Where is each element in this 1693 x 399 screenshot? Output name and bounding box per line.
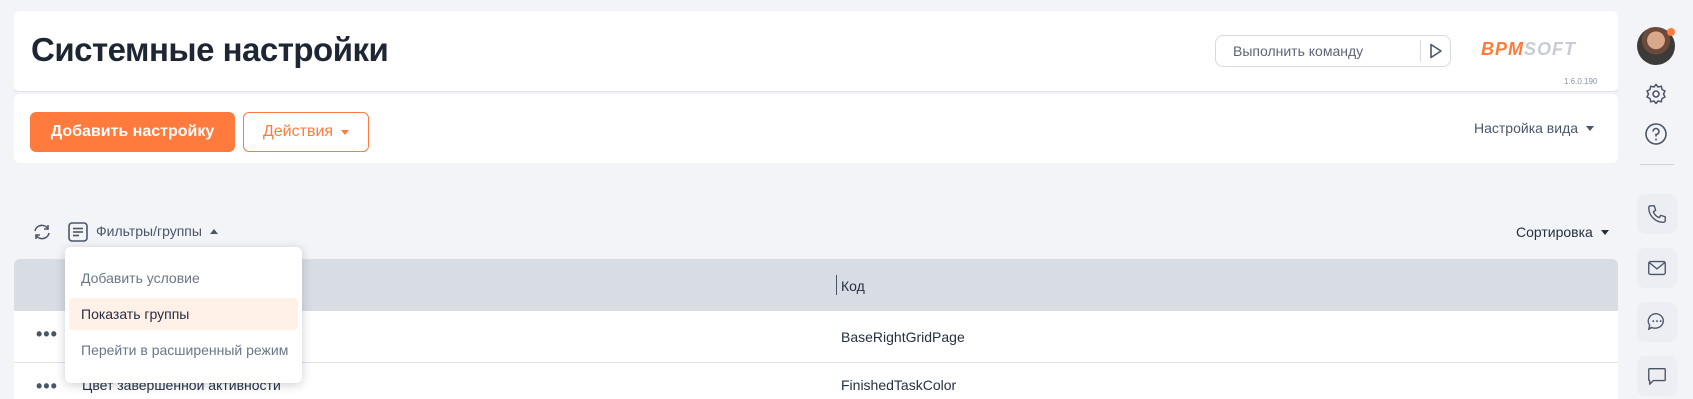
message-icon xyxy=(1648,367,1666,385)
actions-label: Действия xyxy=(262,123,334,140)
filter-bar: Фильтры/группы Сортировка xyxy=(14,218,1618,246)
play-icon xyxy=(1430,43,1442,59)
command-input[interactable] xyxy=(1217,37,1407,65)
add-setting-button[interactable]: Добавить настройку xyxy=(30,112,235,152)
action-toolbar: Добавить настройку Действия Настройка ви… xyxy=(14,94,1618,163)
row-menu-icon[interactable]: ••• xyxy=(36,324,58,345)
command-box xyxy=(1215,35,1451,67)
view-settings-label: Настройка вида xyxy=(1474,120,1579,136)
chat-button[interactable] xyxy=(1637,302,1677,342)
add-setting-label: Добавить настройку xyxy=(50,123,215,140)
row-code: BaseRightGridPage xyxy=(841,329,965,345)
row-code: FinishedTaskColor xyxy=(841,377,957,393)
mail-button[interactable] xyxy=(1637,248,1677,288)
logo-primary: BPM xyxy=(1481,39,1524,59)
menu-item-show-groups[interactable]: Показать группы xyxy=(69,298,298,330)
filters-dropdown-menu: Добавить условие Показать группы Перейти… xyxy=(65,247,302,383)
chevron-down-icon xyxy=(1586,125,1595,131)
view-settings-button[interactable]: Настройка вида xyxy=(1474,120,1595,136)
command-divider xyxy=(1420,40,1421,62)
menu-item-label: Добавить условие xyxy=(81,270,200,286)
menu-item-advanced-mode[interactable]: Перейти в расширенный режим xyxy=(69,334,298,366)
page-title: Системные настройки xyxy=(31,31,389,68)
logo-secondary: SOFT xyxy=(1524,39,1576,59)
filters-groups-label: Фильтры/группы xyxy=(96,223,202,239)
right-sidebar xyxy=(1623,0,1693,399)
chevron-up-icon xyxy=(209,228,218,234)
menu-item-add-condition[interactable]: Добавить условие xyxy=(69,262,298,294)
run-command-button[interactable] xyxy=(1424,38,1448,64)
chevron-down-icon xyxy=(341,129,350,135)
chat-icon xyxy=(1647,313,1664,331)
column-resizer[interactable] xyxy=(836,275,837,295)
message-button[interactable] xyxy=(1637,356,1677,396)
phone-icon xyxy=(1648,205,1666,223)
version-label: 1.6.0.190 xyxy=(1564,77,1598,86)
refresh-icon[interactable] xyxy=(30,220,54,244)
sort-button[interactable]: Сортировка xyxy=(1516,224,1609,240)
sidebar-divider xyxy=(1640,164,1674,165)
row-menu-icon[interactable]: ••• xyxy=(36,376,58,397)
column-header-code[interactable]: Код xyxy=(841,278,865,294)
mail-icon xyxy=(1648,260,1666,276)
page-header: Системные настройки BPMSOFT 1.6.0.190 xyxy=(14,11,1618,92)
filter-list-icon[interactable] xyxy=(66,220,90,244)
actions-button[interactable]: Действия xyxy=(243,112,369,152)
notification-badge xyxy=(1667,28,1675,36)
logo: BPMSOFT xyxy=(1481,39,1576,60)
chevron-down-icon xyxy=(1600,229,1609,235)
header-divider xyxy=(14,91,1618,92)
filters-groups-toggle[interactable]: Фильтры/группы xyxy=(96,223,218,239)
menu-item-label: Показать группы xyxy=(81,306,190,322)
help-icon[interactable] xyxy=(1643,121,1669,147)
phone-button[interactable] xyxy=(1637,194,1677,234)
sort-label: Сортировка xyxy=(1516,224,1593,240)
menu-item-label: Перейти в расширенный режим xyxy=(81,342,289,358)
settings-icon[interactable] xyxy=(1643,81,1669,107)
